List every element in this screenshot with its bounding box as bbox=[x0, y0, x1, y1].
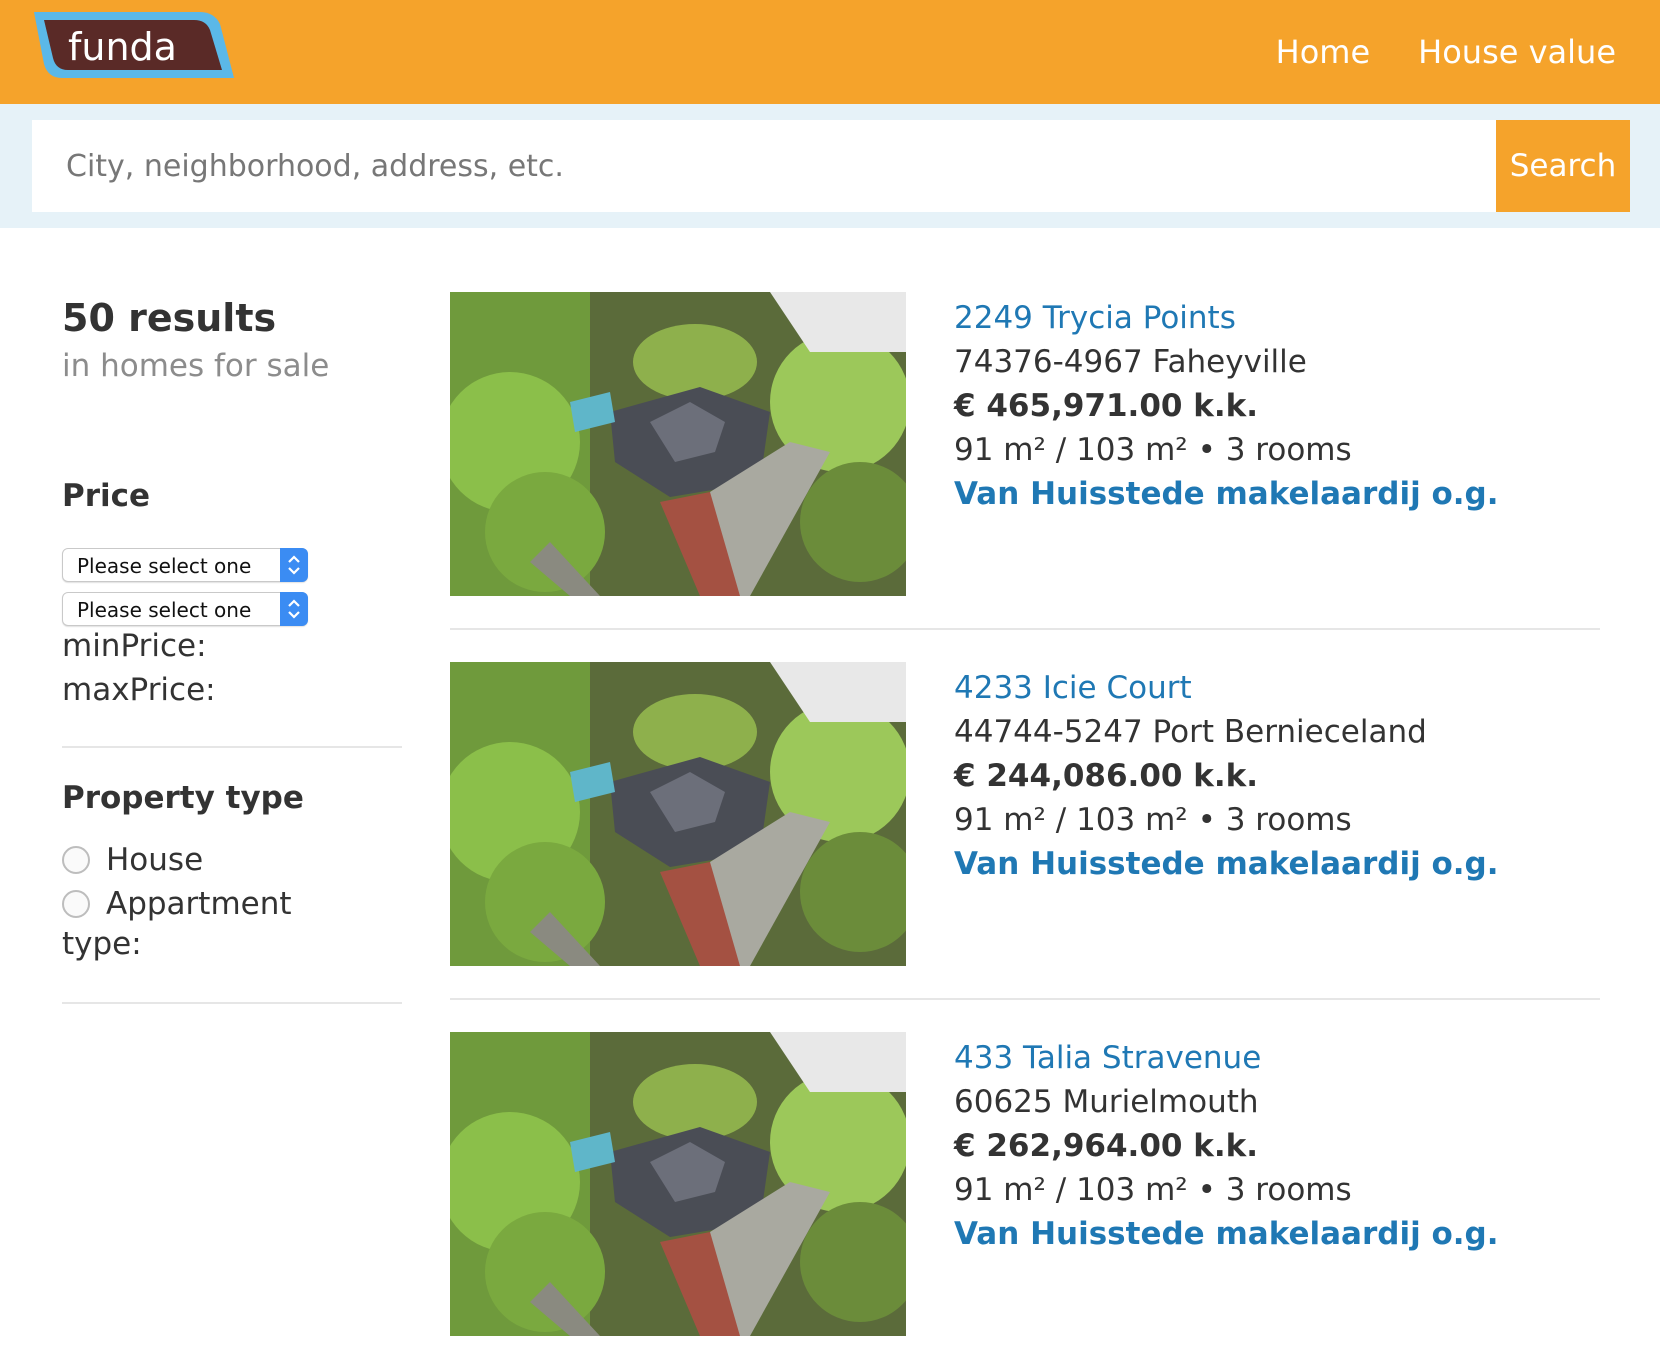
nav-home[interactable]: Home bbox=[1276, 28, 1371, 76]
search-input[interactable] bbox=[32, 120, 1496, 212]
listing-info: 4233 Icie Court 44744-5247 Port Berniece… bbox=[954, 666, 1499, 886]
listing-city: 60625 Murielmouth bbox=[954, 1084, 1259, 1120]
listing-info: 2249 Trycia Points 74376-4967 Faheyville… bbox=[954, 296, 1499, 516]
logo-text: funda bbox=[68, 25, 177, 69]
listing-agent-link[interactable]: Van Huisstede makelaardij o.g. bbox=[954, 472, 1499, 516]
listing-specs: 91 m² / 103 m² • 3 rooms bbox=[954, 1172, 1352, 1208]
listing-photo[interactable] bbox=[450, 1032, 906, 1336]
results-context: in homes for sale bbox=[62, 348, 330, 384]
results-count: 50 results bbox=[62, 296, 277, 340]
listing-card: 4233 Icie Court 44744-5247 Port Berniece… bbox=[450, 662, 1600, 1032]
max-price-select[interactable]: Please select one bbox=[62, 592, 308, 626]
divider bbox=[62, 1002, 402, 1004]
radio-appartment[interactable]: Appartment bbox=[62, 886, 292, 922]
listing-city: 74376-4967 Faheyville bbox=[954, 344, 1307, 380]
property-type-title: Property type bbox=[62, 780, 304, 816]
radio-circle[interactable] bbox=[62, 846, 90, 874]
listing-card: 2249 Trycia Points 74376-4967 Faheyville… bbox=[450, 292, 1600, 662]
listing-photo[interactable] bbox=[450, 292, 906, 596]
radio-house-label: House bbox=[106, 842, 204, 878]
top-bar: funda Home House value bbox=[0, 0, 1660, 104]
radio-house[interactable]: House bbox=[62, 842, 203, 878]
max-price-select-value: Please select one bbox=[77, 598, 252, 622]
radio-appartment-label: Appartment bbox=[106, 886, 292, 922]
listing-info: 433 Talia Stravenue 60625 Murielmouth € … bbox=[954, 1036, 1499, 1256]
listing-specs: 91 m² / 103 m² • 3 rooms bbox=[954, 432, 1352, 468]
listing-divider bbox=[450, 628, 1600, 630]
search-bar: Search bbox=[0, 104, 1660, 228]
listing-street-link[interactable]: 4233 Icie Court bbox=[954, 666, 1499, 710]
min-price-select-value: Please select one bbox=[77, 554, 252, 578]
listing-city: 44744-5247 Port Bernieceland bbox=[954, 714, 1427, 750]
listing-price: € 244,086.00 k.k. bbox=[954, 758, 1259, 794]
listing-photo[interactable] bbox=[450, 662, 906, 966]
filter-sidebar: 50 results in homes for sale Price Pleas… bbox=[62, 290, 402, 1004]
search-button[interactable]: Search bbox=[1496, 120, 1630, 212]
main-nav: Home House value bbox=[1276, 28, 1616, 76]
nav-house-value[interactable]: House value bbox=[1418, 28, 1616, 76]
select-arrows-icon bbox=[280, 592, 308, 626]
listing-agent-link[interactable]: Van Huisstede makelaardij o.g. bbox=[954, 1212, 1499, 1256]
funda-logo[interactable]: funda bbox=[28, 8, 238, 84]
listing-price: € 465,971.00 k.k. bbox=[954, 388, 1259, 424]
radio-circle[interactable] bbox=[62, 890, 90, 918]
divider bbox=[62, 746, 402, 748]
select-arrows-icon bbox=[280, 548, 308, 582]
listing-street-link[interactable]: 2249 Trycia Points bbox=[954, 296, 1499, 340]
listing-specs: 91 m² / 103 m² • 3 rooms bbox=[954, 802, 1352, 838]
listing-card: 433 Talia Stravenue 60625 Murielmouth € … bbox=[450, 1032, 1600, 1360]
listing-divider bbox=[450, 998, 1600, 1000]
funda-logo-mark: funda bbox=[34, 12, 234, 78]
min-price-label: minPrice: bbox=[62, 628, 207, 664]
max-price-label: maxPrice: bbox=[62, 672, 216, 708]
price-filter-title: Price bbox=[62, 478, 151, 514]
listing-street-link[interactable]: 433 Talia Stravenue bbox=[954, 1036, 1499, 1080]
min-price-select[interactable]: Please select one bbox=[62, 548, 308, 582]
listing-agent-link[interactable]: Van Huisstede makelaardij o.g. bbox=[954, 842, 1499, 886]
listing-price: € 262,964.00 k.k. bbox=[954, 1128, 1259, 1164]
type-label: type: bbox=[62, 926, 142, 962]
